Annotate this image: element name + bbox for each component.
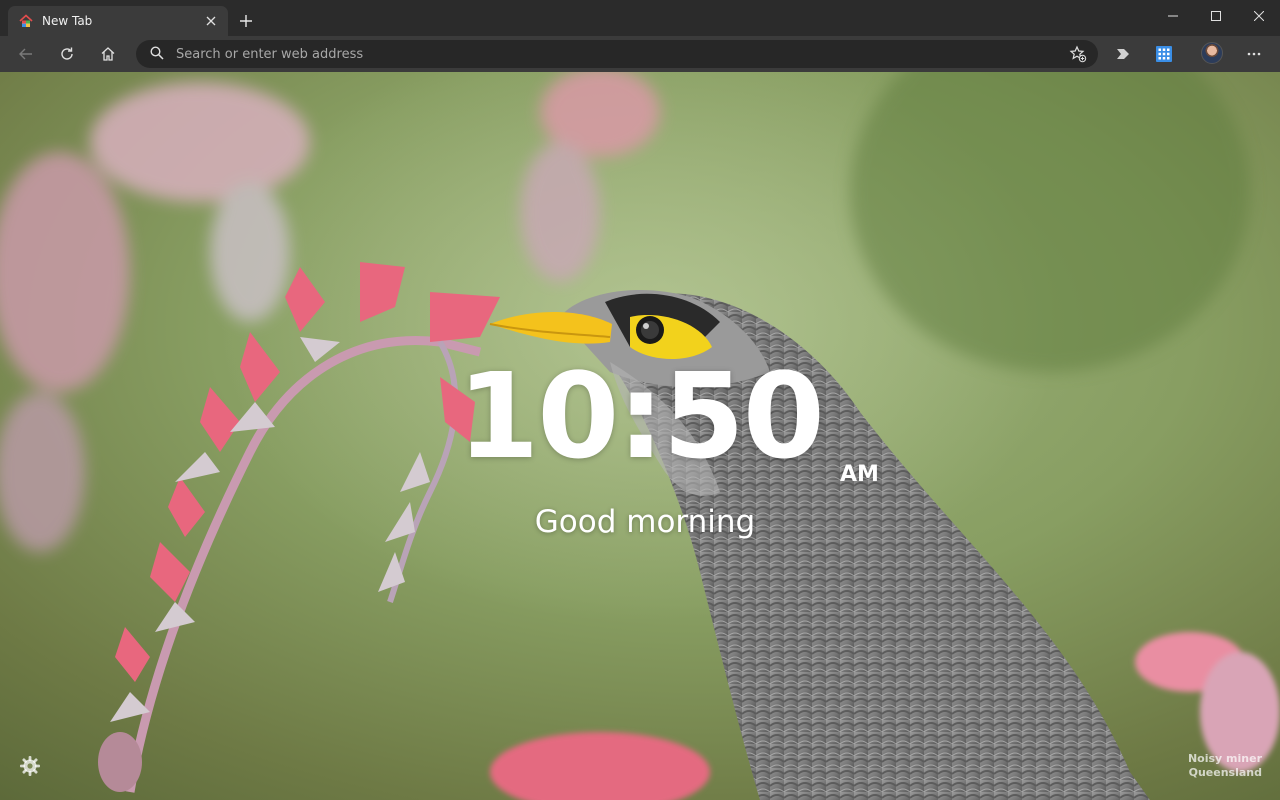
photo-credit-location: Queensland: [1188, 766, 1262, 779]
new-tab-button[interactable]: [234, 9, 258, 33]
collections-grid-icon: [1156, 46, 1172, 62]
home-favicon-icon: [18, 13, 34, 29]
search-icon: [150, 45, 164, 64]
refresh-icon: [61, 47, 73, 60]
back-button[interactable]: [11, 39, 41, 69]
tab-new-tab[interactable]: New Tab: [8, 6, 228, 36]
refresh-button[interactable]: [52, 39, 82, 69]
home-button[interactable]: [93, 39, 123, 69]
more-icon: [1247, 52, 1261, 56]
address-input[interactable]: [176, 46, 1064, 62]
new-tab-page: 10:50 AM Good morning Noisy miner Queens…: [0, 72, 1280, 800]
page-settings-button[interactable]: [18, 754, 42, 778]
minimize-button[interactable]: [1151, 0, 1194, 32]
clock-time: 10:50: [457, 347, 825, 485]
window-controls: [1151, 0, 1280, 32]
address-bar[interactable]: [136, 40, 1098, 68]
photo-credit[interactable]: Noisy miner Queensland: [1188, 752, 1262, 780]
close-icon: [1253, 11, 1264, 21]
profile-avatar[interactable]: [1201, 42, 1223, 64]
home-icon: [101, 47, 115, 61]
collections-button[interactable]: [1149, 39, 1179, 69]
extension-button[interactable]: [1108, 39, 1138, 69]
close-window-button[interactable]: [1237, 0, 1280, 32]
favorite-add-icon: [1069, 45, 1087, 63]
tab-strip: New Tab: [0, 0, 1280, 36]
tab-close-icon[interactable]: [202, 12, 220, 30]
photo-credit-title: Noisy miner: [1187, 752, 1262, 765]
maximize-icon: [1210, 11, 1221, 21]
gear-icon: [20, 756, 40, 776]
clock-ampm: AM: [840, 462, 879, 487]
minimize-icon: [1167, 15, 1178, 17]
greeting-text: Good morning: [534, 504, 756, 540]
maximize-button[interactable]: [1194, 0, 1237, 32]
tab-title: New Tab: [42, 14, 93, 28]
plus-icon: [240, 15, 252, 27]
more-menu-button[interactable]: [1239, 39, 1269, 69]
extension-icon: [1117, 49, 1129, 59]
toolbar: [0, 36, 1280, 72]
back-icon: [19, 48, 32, 60]
add-favorite-button[interactable]: [1064, 40, 1092, 68]
